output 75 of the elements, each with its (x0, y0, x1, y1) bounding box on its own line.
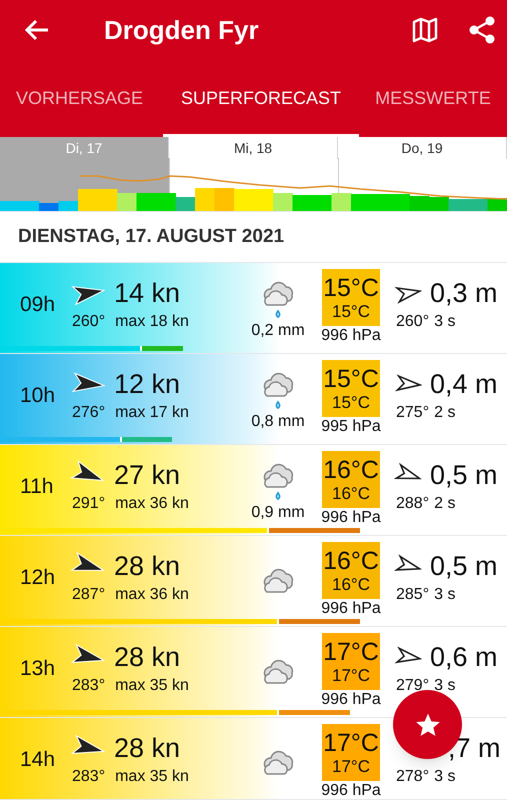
wave-period: 3 s (434, 767, 456, 787)
water-temperature: 16°C (332, 574, 370, 594)
water-temperature: 15°C (332, 392, 370, 412)
wave-period: 2 s (434, 403, 456, 423)
wave-direction: 285° (396, 585, 430, 605)
wave-period: 3 s (434, 585, 456, 605)
air-temperature: 17°C (323, 730, 379, 756)
app-title: Drogden Fyr (104, 14, 260, 46)
wave-period: 3 s (434, 312, 456, 332)
gust-speed: max 35 kn (115, 676, 189, 696)
share-icon[interactable] (467, 15, 497, 45)
precipitation: 0,2 mm (251, 321, 305, 341)
wind-direction: 283° (72, 676, 106, 696)
wind-speed: 28 kn (114, 732, 180, 765)
pressure: 996 hPa (321, 326, 381, 346)
wave-period: 2 s (434, 494, 456, 514)
forecast-row[interactable]: 14h 28 kn 283° max 35 kn 17°C 17°C 996 hPa ,7 m 278° 3 s (0, 718, 507, 800)
air-temperature: 15°C (323, 366, 379, 392)
wave-direction: 278° (396, 767, 430, 787)
wave-direction: 279° (396, 676, 430, 696)
precipitation: 0,9 mm (251, 503, 305, 523)
air-temperature: 16°C (323, 456, 379, 484)
wave-height: 0,6 m (430, 641, 498, 674)
pressure: 996 hPa (321, 599, 381, 619)
water-temperature: 15°C (332, 302, 370, 320)
air-temperature: 17°C (323, 638, 379, 666)
forecast-row[interactable]: 10h 12 kn 276° max 17 kn 0,8 mm 15°C 15°C 995 hPa 0,4 m 275° 2 s (0, 354, 507, 445)
wind-speed: 28 kn (114, 550, 180, 583)
pressure: 996 hPa (321, 508, 381, 528)
wind-speed: 14 kn (114, 277, 180, 310)
pressure: 995 hPa (321, 417, 381, 437)
wave-height: 0,4 m (430, 368, 498, 401)
back-arrow-icon[interactable] (24, 18, 50, 42)
wind-direction: 287° (72, 585, 106, 605)
wave-height: 0,5 m (430, 459, 498, 492)
precipitation: 0,8 mm (251, 412, 305, 432)
gust-speed: max 36 kn (115, 494, 189, 514)
gust-speed: max 18 kn (115, 312, 189, 332)
wind-direction: 260° (72, 312, 106, 332)
wind-speed: 28 kn (114, 641, 180, 674)
hour-label: 14h (19, 747, 56, 773)
gust-speed: max 36 kn (115, 585, 189, 605)
wind-direction: 276° (72, 403, 106, 423)
wave-direction: 275° (396, 403, 430, 423)
forecast-row[interactable]: 13h 28 kn 283° max 35 kn 17°C 17°C 996 hPa 0,6 m 279° 3 s (0, 627, 507, 718)
wind-speed: 27 kn (114, 459, 180, 492)
forecast-row[interactable]: 09h 14 kn 260° max 18 kn 0,2 mm 15°C 15°C 996 hPa 0,3 m 260° 3 s (0, 263, 507, 354)
wind-direction: 283° (72, 767, 106, 787)
forecast-row[interactable]: 12h 28 kn 287° max 36 kn 16°C 16°C 996 hPa 0,5 m 285° 3 s (0, 536, 507, 627)
pressure: 996 hPa (321, 781, 381, 800)
air-temperature: 16°C (323, 548, 379, 574)
pressure: 996 hPa (321, 690, 381, 710)
hour-label: 09h (19, 292, 56, 318)
water-temperature: 16°C (332, 484, 370, 502)
hour-label: 13h (19, 656, 56, 682)
water-temperature: 17°C (332, 666, 370, 684)
wave-direction: 260° (396, 312, 430, 332)
wave-height: ,7 m (448, 732, 501, 765)
wind-speed: 12 kn (114, 368, 180, 401)
wave-height: 0,3 m (430, 277, 498, 310)
wave-period: 3 s (434, 676, 456, 696)
star-icon (414, 712, 440, 738)
gust-speed: max 17 kn (115, 403, 189, 423)
forecast-row[interactable]: 11h 27 kn 291° max 36 kn 0,9 mm 16°C 16°C 996 hPa 0,5 m 288° 2 s (0, 445, 507, 536)
date-heading: DIENSTAG, 17. AUGUST 2021 (0, 212, 507, 263)
hour-label: 10h (19, 383, 56, 409)
wave-direction: 288° (396, 494, 430, 514)
water-temperature: 17°C (332, 756, 370, 776)
hour-label: 11h (19, 474, 54, 500)
wind-direction: 291° (72, 494, 106, 514)
air-temperature: 15°C (323, 274, 379, 302)
wave-height: 0,5 m (430, 550, 498, 583)
hour-label: 12h (19, 565, 56, 591)
map-icon[interactable] (411, 16, 439, 44)
gust-speed: max 35 kn (115, 767, 189, 787)
